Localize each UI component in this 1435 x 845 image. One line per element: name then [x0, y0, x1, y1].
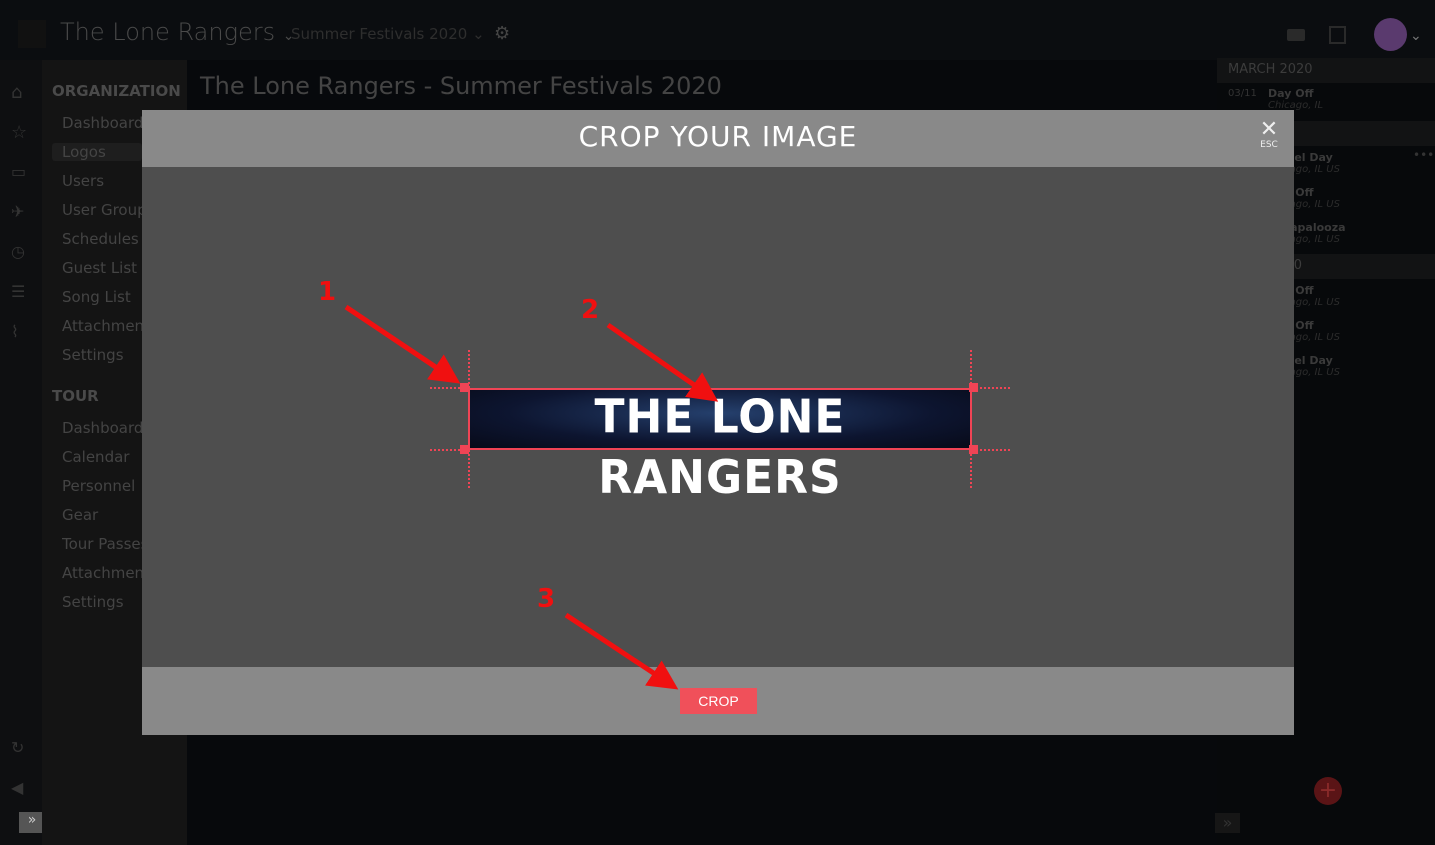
arrow-3 — [564, 612, 679, 690]
arrow-2 — [606, 322, 719, 402]
annotation-2: 2 — [581, 295, 600, 325]
annotation-3: 3 — [537, 584, 556, 614]
annotation-1: 1 — [318, 277, 337, 307]
arrow-1 — [344, 304, 461, 384]
annotation-arrows — [344, 304, 719, 690]
